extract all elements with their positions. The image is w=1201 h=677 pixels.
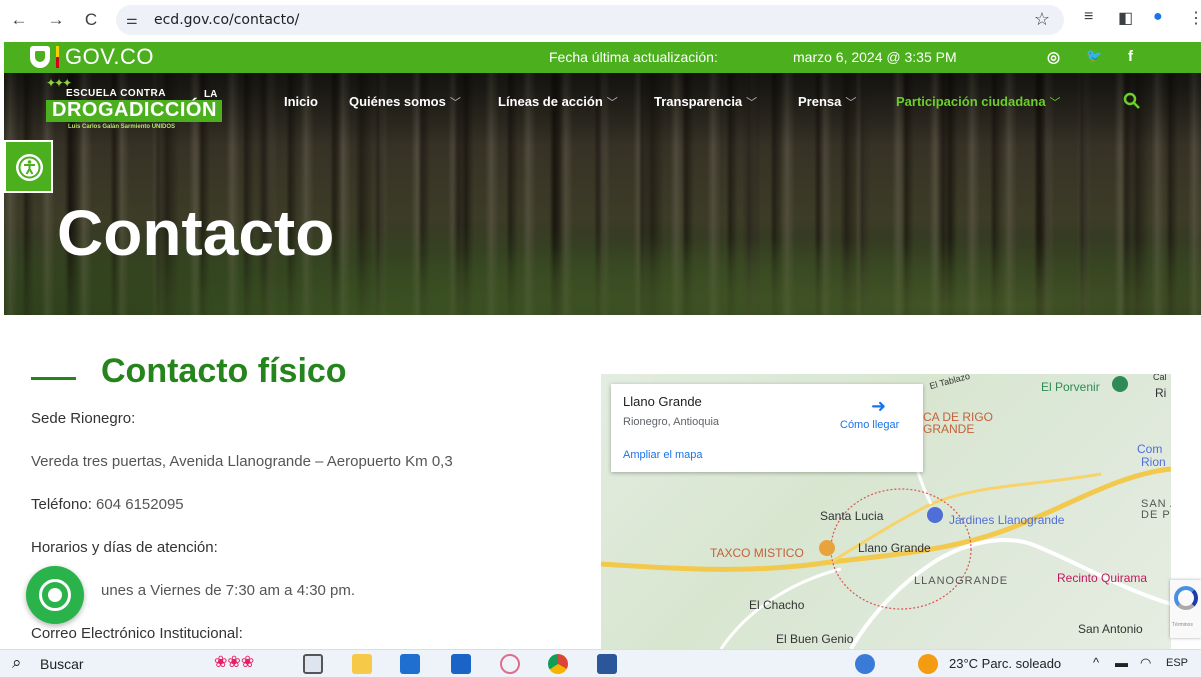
map-label: GRANDE (923, 422, 975, 436)
map-label: Ri (1155, 386, 1167, 400)
task-view-icon[interactable] (303, 654, 323, 674)
phone-number[interactable]: 604 6152095 (92, 496, 184, 513)
bookmark-star-icon[interactable]: ☆ (1034, 9, 1050, 30)
network-icon[interactable]: ▬ (1115, 655, 1128, 670)
media-queue-icon[interactable]: ≡ (1084, 8, 1093, 26)
map-embed[interactable]: Llano Grande Rionegro, Antioquia Ampliar… (601, 374, 1171, 649)
map-label: Rion (1141, 455, 1166, 469)
phone-label: Teléfono: (31, 496, 92, 513)
map-label: Recinto Quirama (1057, 571, 1148, 585)
map-label: Santa Lucia (820, 509, 884, 523)
tulips-icon[interactable]: ❀❀❀ (214, 652, 254, 672)
update-date: marzo 6, 2024 @ 3:35 PM (793, 49, 957, 65)
instagram-icon[interactable]: ◎ (1047, 48, 1060, 66)
logo-sub-text: Luis Carlos Galán Sarmiento UNIDOS (68, 124, 176, 130)
chevron-down-icon: ﹀ (606, 97, 618, 109)
page-title: Contacto (57, 197, 335, 269)
url-text[interactable]: ecd.gov.co/contacto/ (154, 12, 299, 28)
hours-label: Horarios y días de atención: (31, 539, 218, 556)
chevron-down-icon: ﹀ (845, 97, 857, 109)
profile-icon[interactable]: ● (1153, 8, 1163, 26)
store-icon[interactable] (400, 654, 420, 674)
recaptcha-terms[interactable]: Términos (1172, 622, 1193, 628)
section-title: Contacto físico (101, 352, 347, 390)
map-info-card: Llano Grande Rionegro, Antioquia Ampliar… (611, 384, 923, 472)
search-icon[interactable]: ⌕ (12, 653, 22, 673)
map-region: Rionegro, Antioquia (623, 416, 720, 428)
restaurant-pin-icon (819, 540, 835, 556)
chevron-down-icon: ﹀ (449, 97, 461, 109)
map-label: DE PE (1141, 509, 1171, 521)
map-label: Cal (1153, 374, 1167, 382)
flag-divider (56, 46, 59, 68)
recaptcha-badge[interactable]: Términos (1170, 580, 1201, 638)
browser-toolbar: ← → C ⚌ ecd.gov.co/contacto/ ☆ ≡ ◧ ● ⋮ (0, 0, 1201, 42)
nav-item-lineas-de-accion[interactable]: Líneas de acción ﹀ (498, 94, 618, 110)
wifi-icon[interactable]: ◠ (1140, 655, 1151, 671)
menu-icon[interactable]: ⋮ (1188, 8, 1201, 28)
map-label: TAXCO MISTICO (710, 546, 804, 560)
nav-item-inicio[interactable]: Inicio (284, 94, 318, 109)
nav-item-transparencia[interactable]: Transparencia ﹀ (654, 94, 757, 110)
gov-brand: GOV.CO (65, 44, 154, 69)
back-icon[interactable]: ← (8, 9, 30, 31)
email-label: Correo Electrónico Institucional: (31, 625, 243, 642)
site-info-icon[interactable]: ⚌ (126, 12, 138, 28)
logo-main-text: DROGADICCIÓN (52, 99, 217, 121)
address-bar[interactable]: ⚌ ecd.gov.co/contacto/ ☆ (116, 5, 1064, 35)
map-label: Llano Grande (858, 541, 931, 555)
map-label: El Porvenir (1041, 380, 1100, 394)
nav-item-prensa[interactable]: Prensa ﹀ (798, 94, 856, 110)
search-icon[interactable] (1122, 91, 1142, 111)
snip-icon[interactable] (500, 654, 520, 674)
gov-logo[interactable]: GOV.CO (30, 44, 154, 70)
logo-top-text: ESCUELA CONTRA (66, 88, 166, 99)
tray-chevron-icon[interactable]: ^ (1093, 655, 1099, 670)
help-icon[interactable] (855, 654, 875, 674)
directions-link[interactable]: Cómo llegar (840, 419, 899, 431)
language-indicator[interactable]: ESP (1166, 657, 1188, 669)
enlarge-map-link[interactable]: Ampliar el mapa (623, 449, 702, 461)
map-label: El Chacho (749, 598, 805, 612)
recaptcha-icon (1174, 586, 1198, 610)
map-label: El Buen Genio (776, 632, 854, 646)
map-place-name: Llano Grande (623, 394, 702, 409)
facebook-icon[interactable]: f (1128, 48, 1133, 65)
weather-text[interactable]: 23°C Parc. soleado (949, 656, 1061, 671)
phone-line: Teléfono: 604 6152095 (31, 496, 184, 513)
mail-icon[interactable] (451, 654, 471, 674)
forward-icon[interactable]: → (45, 9, 67, 31)
site-logo[interactable]: ✦✦✦ ESCUELA CONTRA LA DROGADICCIÓN Luis … (42, 76, 228, 132)
whatsapp-button[interactable] (26, 566, 84, 624)
side-panel-icon[interactable]: ◧ (1118, 8, 1133, 28)
nav-item-participacion-ciudadana[interactable]: Participación ciudadana ﹀ (896, 94, 1061, 110)
taskbar: ⌕ Buscar ❀❀❀ 23°C Parc. soleado ^ ▬ ◠ ES… (0, 649, 1201, 677)
nav-item-quienes-somos[interactable]: Quiénes somos ﹀ (349, 94, 461, 110)
update-label: Fecha última actualización: (549, 49, 718, 65)
colombia-shield-icon (30, 46, 50, 68)
map-label: LLANOGRANDE (914, 575, 1009, 587)
word-icon[interactable] (597, 654, 617, 674)
map-label: Jardines Llanogrande (949, 513, 1065, 527)
chrome-icon[interactable] (548, 654, 568, 674)
address-text: Vereda tres puertas, Avenida Llanogrande… (31, 453, 453, 470)
accessibility-button[interactable] (4, 140, 53, 193)
taskbar-search[interactable]: Buscar (40, 656, 84, 672)
chevron-down-icon: ﹀ (1049, 97, 1061, 109)
map-label: Com (1137, 442, 1163, 456)
section-divider (31, 377, 76, 380)
shop-pin-icon (927, 507, 943, 523)
chevron-down-icon: ﹀ (746, 97, 758, 109)
map-label: San Antonio (1078, 622, 1143, 636)
gov-bar: GOV.CO Fecha última actualización: marzo… (4, 42, 1201, 73)
sede-label: Sede Rionegro: (31, 410, 136, 427)
reload-icon[interactable]: C (80, 9, 102, 31)
directions-icon[interactable]: ➜ (871, 396, 886, 417)
accessibility-icon (16, 154, 43, 181)
hours-text: unes a Viernes de 7:30 am a 4:30 pm. (101, 582, 356, 599)
file-explorer-icon[interactable] (352, 654, 372, 674)
weather-icon[interactable] (918, 654, 938, 674)
twitter-icon[interactable]: 🐦 (1086, 48, 1102, 64)
park-pin-icon (1112, 376, 1128, 392)
